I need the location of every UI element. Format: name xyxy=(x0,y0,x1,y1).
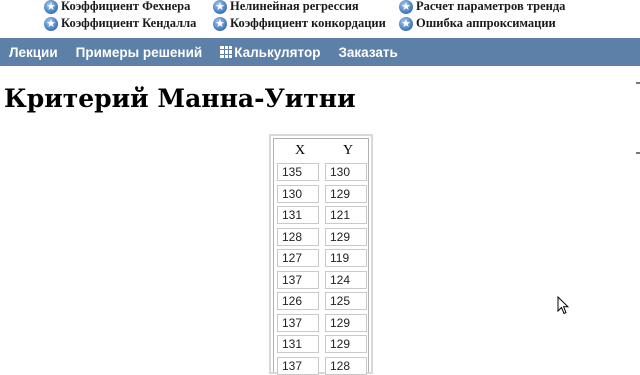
y-value-input[interactable]: 129 xyxy=(325,184,367,203)
page-title: Критерий Манна-Уитни xyxy=(4,84,356,113)
link-label: Расчет параметров тренда xyxy=(416,0,566,13)
link-label: Коэффициент конкордации xyxy=(230,16,386,30)
grid-icon xyxy=(220,46,233,58)
nav-order[interactable]: Заказать xyxy=(329,45,406,60)
nav-examples[interactable]: Примеры решений xyxy=(67,45,212,60)
star-icon xyxy=(399,0,413,15)
x-value-input[interactable]: 137 xyxy=(277,270,319,289)
y-value-input[interactable]: 129 xyxy=(325,313,367,332)
y-value-input[interactable]: 129 xyxy=(325,335,367,353)
link-fechner[interactable]: Коэффициент Фехнера xyxy=(44,0,190,15)
star-icon xyxy=(399,16,413,32)
x-value-input[interactable]: 127 xyxy=(277,249,319,267)
x-value-input[interactable]: 137 xyxy=(277,313,319,332)
link-label: Ошибка аппроксимации xyxy=(416,16,556,30)
link-concordance[interactable]: Коэффициент конкордации xyxy=(213,15,386,32)
mouse-cursor-icon xyxy=(557,296,569,315)
y-value-input[interactable]: 119 xyxy=(325,249,367,267)
data-table: X Y 135 130 130 129 131 121 128 129 127 119 137 124… xyxy=(269,134,373,375)
x-value-input[interactable]: 130 xyxy=(277,184,319,203)
link-nonlinear-regression[interactable]: Нелинейная регрессия xyxy=(213,0,359,15)
star-icon xyxy=(213,0,227,15)
y-value-input[interactable]: 130 xyxy=(325,163,367,181)
nav-calculator-label: Калькулятор xyxy=(234,44,321,60)
star-icon xyxy=(213,16,227,32)
link-trend-parameters[interactable]: Расчет параметров тренда xyxy=(399,0,565,15)
star-icon xyxy=(44,0,58,15)
star-icon xyxy=(44,16,58,32)
y-value-input[interactable]: 125 xyxy=(325,292,367,310)
link-label: Коэффициент Кендалла xyxy=(61,16,197,30)
x-value-input[interactable]: 131 xyxy=(277,335,319,353)
data-table-frame: X Y 135 130 130 129 131 121 128 129 127 119 137 124… xyxy=(273,138,369,375)
y-value-input[interactable]: 121 xyxy=(325,206,367,224)
link-label: Коэффициент Фехнера xyxy=(61,0,191,13)
link-label: Нелинейная регрессия xyxy=(230,0,359,13)
x-value-input[interactable]: 137 xyxy=(277,356,319,375)
x-value-input[interactable]: 131 xyxy=(277,206,319,224)
x-value-input[interactable]: 135 xyxy=(277,163,319,181)
column-header-y: Y xyxy=(343,143,354,158)
top-links: Коэффициент Фехнера Нелинейная регрессия… xyxy=(0,0,640,36)
edge-mark xyxy=(636,152,640,154)
edge-mark xyxy=(636,82,640,84)
y-value-input[interactable]: 124 xyxy=(325,270,367,289)
link-approximation-error[interactable]: Ошибка аппроксимации xyxy=(399,15,556,32)
x-value-input[interactable]: 128 xyxy=(277,227,319,246)
x-value-input[interactable]: 126 xyxy=(277,292,319,310)
nav-calculator[interactable]: Калькулятор xyxy=(211,45,329,60)
nav-lectures[interactable]: Лекции xyxy=(0,45,67,60)
y-value-input[interactable]: 128 xyxy=(325,356,367,375)
column-header-x: X xyxy=(295,143,306,158)
main-nav: Лекции Примеры решений Калькулятор Заказ… xyxy=(0,38,640,66)
y-value-input[interactable]: 129 xyxy=(325,227,367,246)
link-kendall[interactable]: Коэффициент Кендалла xyxy=(44,15,196,32)
